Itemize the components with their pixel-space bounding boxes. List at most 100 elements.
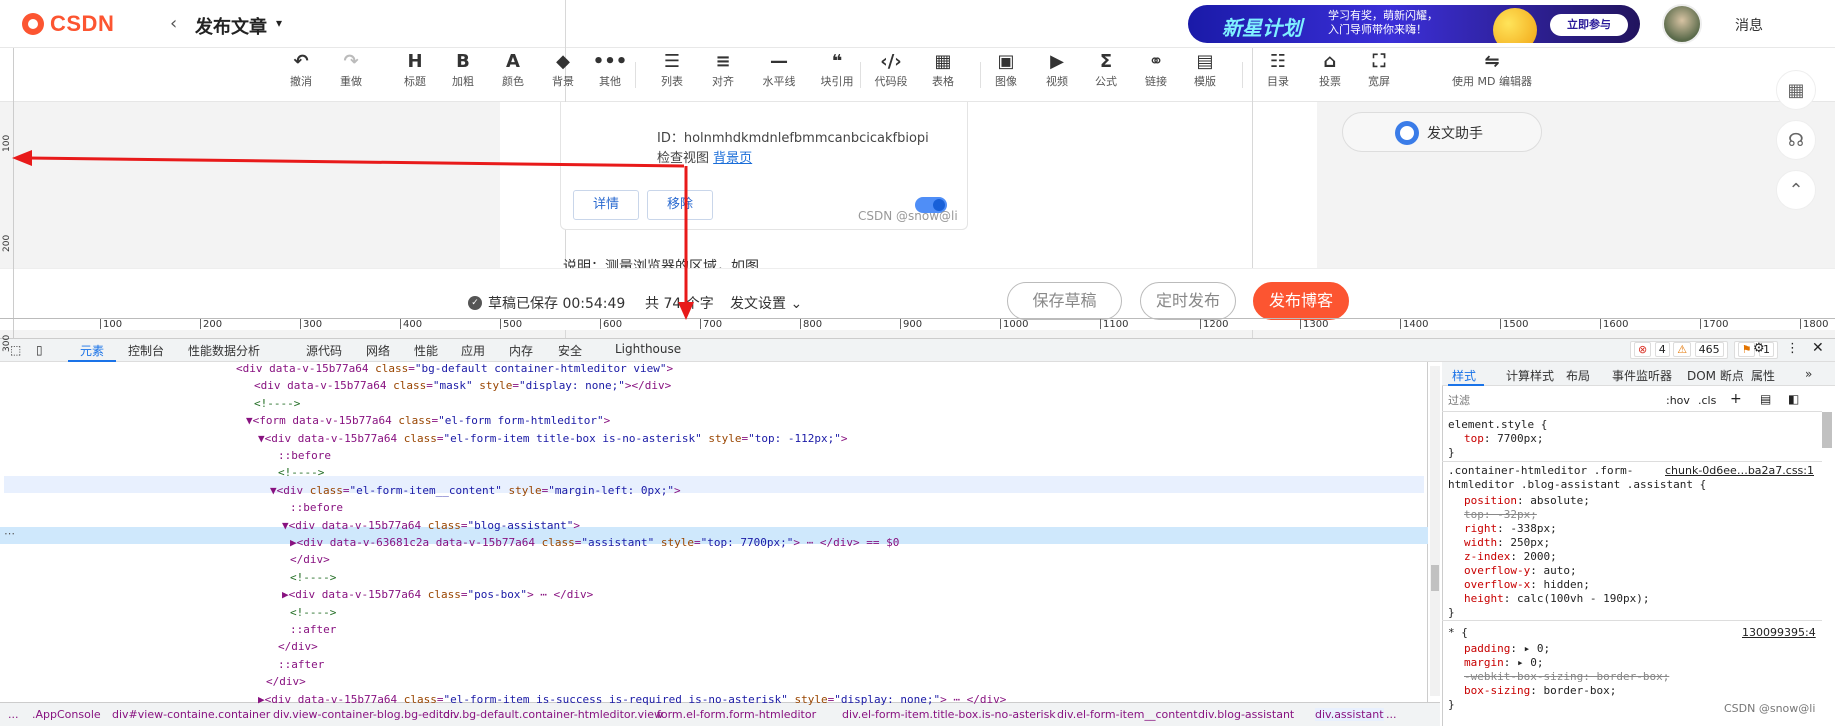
toolbar-undo-button[interactable]: ↶ 撤消 [276, 48, 326, 102]
dom-node[interactable]: <!----> [290, 569, 336, 586]
styles-tab-0[interactable]: 样式 [1452, 367, 1476, 384]
devtools-tab-0[interactable]: 元素 [80, 342, 104, 359]
join-button[interactable]: 立即参与 [1550, 14, 1628, 36]
new-rule-icon[interactable]: + [1730, 391, 1742, 407]
dom-node[interactable]: </div> [266, 673, 306, 690]
devtools-tab-8[interactable]: 安全 [558, 342, 582, 359]
caret-down-icon[interactable]: ▾ [276, 16, 282, 30]
styles-tab-4[interactable]: DOM 断点 [1687, 367, 1744, 384]
toolbar-code-button[interactable]: ‹/› 代码段 [866, 48, 916, 102]
toolbar-formula-button[interactable]: Σ 公式 [1081, 48, 1131, 102]
dom-node[interactable]: ▶<div data-v-15b77a64 class="pos-box"> ⋯… [282, 586, 593, 603]
breadcrumb-item[interactable]: div#view-containe.container [112, 708, 270, 721]
toolbar-md-editor-button[interactable]: ⇋ 使用 MD 编辑器 [1432, 48, 1552, 102]
toolbar-bold-button[interactable]: B 加粗 [438, 48, 488, 102]
rule-property[interactable]: margin: ▸ 0; [1464, 656, 1544, 670]
assistant-button[interactable]: 发文助手 [1342, 112, 1542, 152]
cls-toggle[interactable]: .cls [1698, 394, 1716, 407]
avatar[interactable] [1662, 4, 1702, 44]
breadcrumb-item[interactable]: div.assistant [1315, 708, 1384, 721]
breadcrumb-item[interactable]: div.view-container-blog.bg-editor. [273, 708, 457, 721]
timed-publish-button[interactable]: 定时发布 [1140, 282, 1236, 320]
breadcrumb-item[interactable]: form.el-form.form-htmleditor [657, 708, 816, 721]
styles-tab-2[interactable]: 布局 [1566, 367, 1590, 384]
remove-button[interactable]: 移除 [647, 190, 713, 220]
devtools-tab-6[interactable]: 应用 [461, 342, 485, 359]
breadcrumb-item[interactable]: ... [1386, 708, 1397, 721]
toolbar-table-button[interactable]: ▦ 表格 [918, 48, 968, 102]
toolbar-list-button[interactable]: ☰ 列表 [647, 48, 697, 102]
computed-styles-icon[interactable]: ▤ [1760, 392, 1771, 406]
promo-banner[interactable]: 新星计划 学习有奖，萌新闪耀， 入门导师带你来嗨！ 立即参与 [1188, 5, 1640, 43]
toolbar-text-color-button[interactable]: A 颜色 [488, 48, 538, 102]
devtools-tab-9[interactable]: Lighthouse [615, 342, 681, 356]
breadcrumb-item[interactable]: .AppConsole [32, 708, 101, 721]
styles-tab-1[interactable]: 计算样式 [1506, 367, 1554, 384]
devtools-tab-2[interactable]: 性能数据分析 [188, 342, 260, 359]
devtools-tab-3[interactable]: 源代码 [306, 342, 342, 359]
rule-property[interactable]: height: calc(100vh - 190px); [1464, 592, 1649, 606]
rule-property[interactable]: width: 250px; [1464, 536, 1550, 550]
styles-scrollbar-thumb[interactable] [1822, 412, 1832, 448]
rule-property[interactable]: z-index: 2000; [1464, 550, 1557, 564]
devtools-tab-7[interactable]: 内存 [509, 342, 533, 359]
toolbar-widescreen-button[interactable]: ⛶ 宽屏 [1354, 48, 1404, 102]
dom-node[interactable]: ▼<div class="el-form-item__content" styl… [270, 482, 681, 499]
toolbar-vote-button[interactable]: ⌂ 投票 [1305, 48, 1355, 102]
elements-scrollbar[interactable] [1430, 366, 1440, 696]
devtools-tab-5[interactable]: 性能 [414, 342, 438, 359]
gear-icon[interactable]: ⚙ [1753, 341, 1765, 356]
breadcrumb-item[interactable]: div.el-form-item.title-box.is-no-asteris… [842, 708, 1056, 721]
toolbar-heading-button[interactable]: H 标题 [390, 48, 440, 102]
rule-property[interactable]: overflow-y: auto; [1464, 564, 1577, 578]
sidebar-toggle-icon[interactable]: ◧ [1788, 392, 1799, 406]
row-more-icon[interactable]: ⋯ [4, 527, 15, 540]
more-menu-icon[interactable]: ⋮ [1786, 341, 1799, 356]
devtools-tab-4[interactable]: 网络 [366, 342, 390, 359]
breadcrumb-item[interactable]: div.blog-assistant [1198, 708, 1294, 721]
dom-node[interactable]: ▼<div data-v-15b77a64 class="el-form-ite… [258, 430, 847, 447]
styles-tab-6[interactable]: » [1805, 367, 1812, 381]
publish-settings[interactable]: 发文设置 ⌄ [730, 293, 802, 313]
toolbar-background-button[interactable]: ◆ 背景 [538, 48, 588, 102]
breadcrumb-item[interactable]: div.el-form-item__content [1057, 708, 1198, 721]
toolbar-image-button[interactable]: ▣ 图像 [981, 48, 1031, 102]
hov-toggle[interactable]: :hov [1666, 394, 1690, 407]
toolbar-link-button[interactable]: ⚭ 链接 [1131, 48, 1181, 102]
elements-scrollbar-thumb[interactable] [1431, 565, 1439, 591]
dom-node[interactable]: <div data-v-15b77a64 class="mask" style=… [254, 377, 671, 394]
dom-node[interactable]: </div> [290, 551, 330, 568]
toolbar-redo-button[interactable]: ↷ 重做 [326, 48, 376, 102]
page-title[interactable]: 发布文章 [195, 13, 267, 39]
rule-property[interactable]: right: -338px; [1464, 522, 1557, 536]
rule-property[interactable]: position: absolute; [1464, 494, 1590, 508]
dom-node[interactable]: ▼<div data-v-15b77a64 class="blog-assist… [282, 517, 580, 534]
toolbar-toc-button[interactable]: ☷ 目录 [1253, 48, 1303, 102]
devtools-tab-1[interactable]: 控制台 [128, 342, 164, 359]
save-draft-button[interactable]: 保存草稿 [1007, 282, 1122, 320]
toolbar-more-button[interactable]: ••• 其他 [585, 48, 635, 102]
dom-node[interactable]: ::after [278, 656, 324, 673]
dom-node[interactable]: ▶<div data-v-63681c2a data-v-15b77a64 cl… [290, 534, 899, 551]
details-button[interactable]: 详情 [573, 190, 639, 220]
error-badge[interactable]: ⊗ 4 ⚠ 465 [1630, 341, 1728, 359]
dom-node[interactable]: <!----> [290, 604, 336, 621]
background-page-link[interactable]: 背景页 [713, 151, 752, 166]
dom-node[interactable]: </div> [278, 638, 318, 655]
dom-node[interactable]: <!----> [254, 395, 300, 412]
dom-node[interactable]: ::after [290, 621, 336, 638]
styles-tab-3[interactable]: 事件监听器 [1612, 367, 1672, 384]
rule-property[interactable]: padding: ▸ 0; [1464, 642, 1550, 656]
rule-property[interactable]: top: 7700px; [1464, 432, 1543, 446]
rule-property[interactable]: top: -32px; [1464, 508, 1537, 522]
rule-source-link[interactable]: chunk-0d6ee…ba2a7.css:1 [1665, 464, 1814, 477]
messages-link[interactable]: 消息 [1735, 15, 1763, 35]
toolbar-horizontal-line-button[interactable]: — 水平线 [754, 48, 804, 102]
dom-node[interactable]: <div data-v-15b77a64 class="bg-default c… [236, 360, 673, 377]
publish-button[interactable]: 发布博客 [1253, 282, 1349, 320]
qrcode-icon[interactable]: ▦ [1776, 70, 1816, 110]
dom-node[interactable]: ::before [290, 499, 343, 516]
rule-property[interactable]: overflow-x: hidden; [1464, 578, 1590, 592]
rule-property[interactable]: box-sizing: border-box; [1464, 684, 1616, 698]
styles-filter-input[interactable] [1448, 393, 1648, 409]
